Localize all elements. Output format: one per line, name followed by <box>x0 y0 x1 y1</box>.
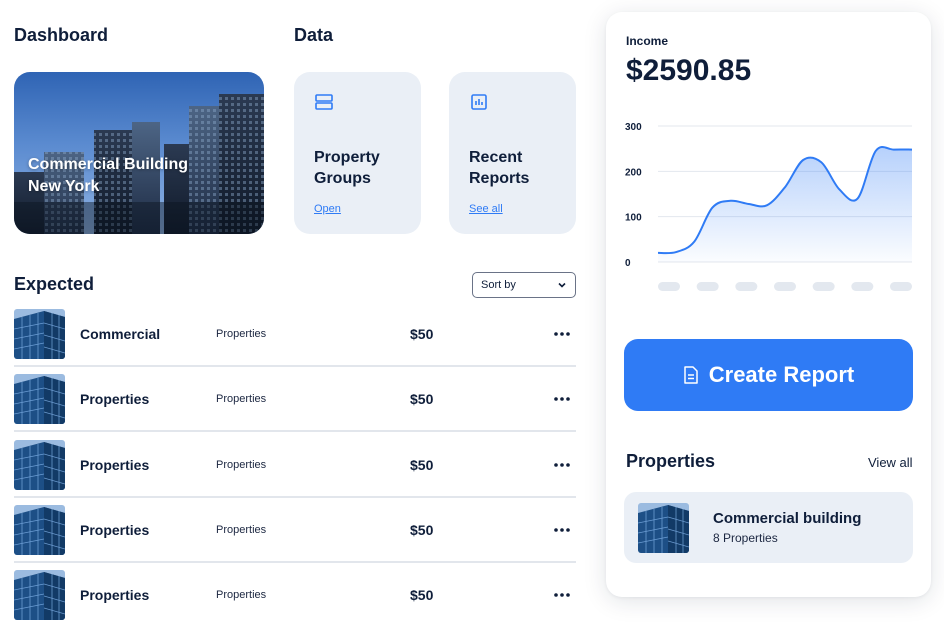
item-category: Properties <box>216 523 267 536</box>
card-title-line: Recent <box>469 149 523 166</box>
hero-title: Commercial Building <box>28 156 189 173</box>
item-price: $50 <box>410 456 434 473</box>
create-report-label: Create Report <box>708 362 855 387</box>
y-tick-label: 300 <box>625 122 642 133</box>
data-title: Data <box>294 25 334 45</box>
item-name: Properties <box>80 521 150 538</box>
list-item[interactable]: Commercial Properties $50 <box>14 302 576 367</box>
x-tick-placeholder <box>851 282 874 291</box>
sort-by-label: Sort by <box>481 279 516 291</box>
card-title: Recent Reports <box>469 147 556 189</box>
see-all-link[interactable]: See all <box>469 203 556 215</box>
list-item[interactable]: Properties Properties $50 <box>14 433 576 498</box>
x-tick-placeholder <box>890 282 912 291</box>
x-tick-placeholder <box>658 282 680 291</box>
dashboard-title: Dashboard <box>14 25 109 45</box>
item-name: Properties <box>80 391 150 408</box>
y-tick-label: 0 <box>625 258 631 269</box>
city-skyline-image <box>14 94 264 234</box>
building-thumbnail <box>14 570 65 621</box>
more-options-icon[interactable] <box>552 587 572 603</box>
bar-chart-icon <box>471 94 487 110</box>
item-price: $50 <box>410 326 434 342</box>
income-area <box>658 146 912 262</box>
card-title-line: Reports <box>469 170 530 187</box>
x-tick-placeholder <box>774 282 796 291</box>
open-link[interactable]: Open <box>314 203 401 215</box>
more-options-icon[interactable] <box>552 326 572 342</box>
property-groups-card[interactable]: Property Groups Open <box>294 72 421 234</box>
list-item[interactable]: Properties Properties $50 <box>14 563 576 628</box>
building-thumbnail <box>14 374 65 425</box>
properties-title: Properties <box>626 451 716 471</box>
x-tick-placeholder <box>696 282 719 291</box>
item-name: Properties <box>80 456 150 473</box>
hero-subtitle: New York <box>28 178 100 195</box>
building-thumbnail <box>14 439 65 490</box>
hero-caption: Commercial Building New York <box>28 154 188 198</box>
item-category: Properties <box>216 458 267 471</box>
property-count: 8 Properties <box>713 531 778 545</box>
item-category: Properties <box>216 589 267 602</box>
item-name: Commercial <box>80 326 161 342</box>
y-tick-label: 200 <box>625 167 642 178</box>
card-title: Property Groups <box>314 147 401 189</box>
building-thumbnail <box>14 504 65 555</box>
more-options-icon[interactable] <box>552 522 572 538</box>
income-panel: Income $2590.85 300 200 100 0 Create Report… <box>606 12 931 597</box>
stack-icon <box>315 94 333 110</box>
sort-by-select[interactable]: Sort by <box>472 272 576 298</box>
x-tick-placeholder <box>735 282 758 291</box>
card-title-line: Groups <box>314 170 371 187</box>
recent-reports-card[interactable]: Recent Reports See all <box>449 72 576 234</box>
property-name: Commercial building <box>713 510 862 527</box>
item-price: $50 <box>410 587 434 604</box>
building-thumbnail <box>14 309 65 359</box>
card-title-line: Property <box>314 149 380 166</box>
more-options-icon[interactable] <box>552 391 572 407</box>
item-name: Properties <box>80 587 150 604</box>
income-chart: 300 200 100 0 <box>625 122 913 291</box>
item-category: Properties <box>216 393 267 406</box>
building-thumbnail <box>638 503 689 553</box>
expected-title: Expected <box>14 274 95 294</box>
x-tick-placeholder <box>812 282 835 291</box>
more-options-icon[interactable] <box>552 457 572 473</box>
document-icon <box>684 366 698 384</box>
property-card[interactable]: Commercial building 8 Properties <box>624 492 913 563</box>
income-value: $2590.85 <box>626 54 752 87</box>
list-item[interactable]: Properties Properties $50 <box>14 498 576 563</box>
income-label: Income <box>626 34 669 48</box>
item-category: Properties <box>216 328 267 340</box>
item-price: $50 <box>410 521 434 538</box>
view-all-link[interactable]: View all <box>868 455 913 470</box>
chevron-down-icon <box>558 282 566 288</box>
hero-card[interactable]: Commercial Building New York <box>14 72 264 234</box>
item-price: $50 <box>410 391 434 408</box>
list-item[interactable]: Properties Properties $50 <box>14 367 576 433</box>
create-report-button[interactable]: Create Report <box>624 339 913 411</box>
y-tick-label: 100 <box>625 213 642 224</box>
